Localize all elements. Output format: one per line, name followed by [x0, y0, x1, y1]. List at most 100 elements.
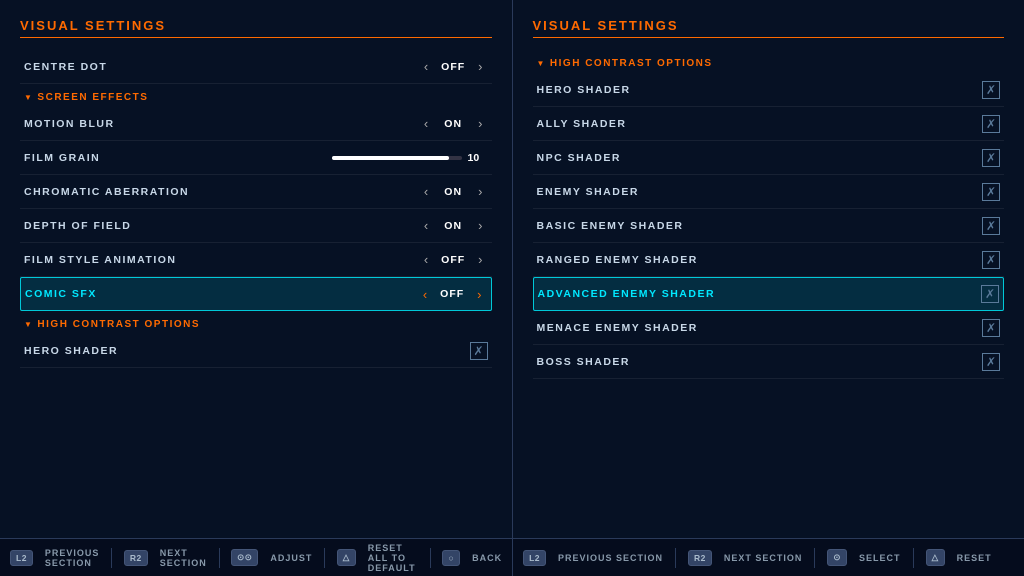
section-label: HIGH CONTRAST OPTIONS: [37, 319, 200, 330]
value-control[interactable]: ‹ OFF ›: [388, 252, 488, 267]
reset-badge: △: [926, 549, 945, 566]
setting-row[interactable]: CENTRE DOT ‹ OFF ›: [20, 50, 492, 84]
circle-badge: ○: [442, 550, 460, 566]
setting-label: ALLY SHADER: [537, 118, 983, 130]
left-panel-title: VISUAL SETTINGS: [20, 18, 492, 38]
setting-row[interactable]: ENEMY SHADER ✗: [533, 175, 1005, 209]
back-label: BACK: [472, 553, 502, 563]
slider-fill: [332, 156, 449, 160]
setting-row[interactable]: RANGED ENEMY SHADER ✗: [533, 243, 1005, 277]
setting-label: CENTRE DOT: [24, 61, 388, 73]
select-label: SELECT: [859, 553, 901, 563]
checkbox[interactable]: ✗: [982, 353, 1000, 371]
reset-label: RESET ALL TO DEFAULT: [368, 543, 418, 573]
value-control[interactable]: ‹ ON ›: [388, 184, 488, 199]
l2-badge-right: L2: [523, 550, 546, 566]
checkbox[interactable]: ✗: [982, 115, 1000, 133]
r2-badge: R2: [124, 550, 148, 566]
setting-value: OFF: [432, 288, 472, 300]
arrow-left-icon[interactable]: ‹: [419, 59, 433, 74]
adjust-badge: ⊙⊙: [231, 549, 258, 566]
right-panel-title: VISUAL SETTINGS: [533, 18, 1005, 38]
footer: L2 PREVIOUS SECTION R2 NEXT SECTION ⊙⊙ A…: [0, 538, 1024, 576]
setting-label: COMIC SFX: [25, 288, 387, 300]
setting-row[interactable]: NPC SHADER ✗: [533, 141, 1005, 175]
divider: [814, 548, 815, 568]
setting-row[interactable]: ALLY SHADER ✗: [533, 107, 1005, 141]
right-panel: VISUAL SETTINGS HIGH CONTRAST OPTIONS HE…: [513, 0, 1024, 538]
setting-label: MOTION BLUR: [24, 118, 388, 130]
left-panel: VISUAL SETTINGS CENTRE DOT ‹ OFF › SCREE…: [0, 0, 513, 538]
checkbox[interactable]: ✗: [982, 183, 1000, 201]
arrow-right-icon[interactable]: ›: [473, 218, 487, 233]
setting-row[interactable]: MENACE ENEMY SHADER ✗: [533, 311, 1005, 345]
setting-value: ON: [433, 186, 473, 198]
checkbox[interactable]: ✗: [470, 342, 488, 360]
high-contrast-section-right: HIGH CONTRAST OPTIONS: [533, 50, 1005, 73]
checkbox[interactable]: ✗: [982, 81, 1000, 99]
value-control[interactable]: ‹ ON ›: [388, 218, 488, 233]
setting-label: FILM STYLE ANIMATION: [24, 254, 388, 266]
checkbox[interactable]: ✗: [982, 319, 1000, 337]
setting-label: HERO SHADER: [24, 345, 470, 357]
setting-value: OFF: [433, 61, 473, 73]
setting-row[interactable]: HERO SHADER ✗: [533, 73, 1005, 107]
setting-label: DEPTH OF FIELD: [24, 220, 388, 232]
setting-row[interactable]: CHROMATIC ABERRATION ‹ ON ›: [20, 175, 492, 209]
screen-effects-section: SCREEN EFFECTS: [20, 84, 492, 107]
setting-value: ON: [433, 118, 473, 130]
right-footer: L2 PREVIOUS SECTION R2 NEXT SECTION ⊙ SE…: [513, 539, 1024, 576]
arrow-left-icon[interactable]: ‹: [418, 287, 432, 302]
arrow-left-icon[interactable]: ‹: [419, 116, 433, 131]
section-label: HIGH CONTRAST OPTIONS: [550, 58, 713, 69]
setting-label: BOSS SHADER: [537, 356, 983, 368]
setting-row-highlighted[interactable]: COMIC SFX ‹ OFF ›: [20, 277, 492, 311]
checkbox[interactable]: ✗: [982, 149, 1000, 167]
setting-row-highlighted[interactable]: ADVANCED ENEMY SHADER ✗: [533, 277, 1005, 311]
setting-value: OFF: [433, 254, 473, 266]
setting-label: ADVANCED ENEMY SHADER: [538, 288, 982, 300]
divider: [913, 548, 914, 568]
setting-row[interactable]: BOSS SHADER ✗: [533, 345, 1005, 379]
next-section-label: NEXT SECTION: [160, 548, 207, 568]
arrow-right-icon[interactable]: ›: [473, 184, 487, 199]
checkbox[interactable]: ✗: [982, 217, 1000, 235]
setting-row[interactable]: FILM STYLE ANIMATION ‹ OFF ›: [20, 243, 492, 277]
setting-row[interactable]: DEPTH OF FIELD ‹ ON ›: [20, 209, 492, 243]
arrow-right-icon[interactable]: ›: [473, 116, 487, 131]
value-control[interactable]: ‹ ON ›: [388, 116, 488, 131]
arrow-left-icon[interactable]: ‹: [419, 218, 433, 233]
arrow-right-icon[interactable]: ›: [473, 59, 487, 74]
r2-badge-right: R2: [688, 550, 712, 566]
setting-row[interactable]: FILM GRAIN 10: [20, 141, 492, 175]
setting-label: NPC SHADER: [537, 152, 983, 164]
left-footer: L2 PREVIOUS SECTION R2 NEXT SECTION ⊙⊙ A…: [0, 539, 513, 576]
next-section-label-right: NEXT SECTION: [724, 553, 803, 563]
setting-row[interactable]: BASIC ENEMY SHADER ✗: [533, 209, 1005, 243]
slider-control[interactable]: 10: [256, 152, 488, 164]
checkbox[interactable]: ✗: [981, 285, 999, 303]
slider-value: 10: [468, 152, 488, 164]
previous-section-label-right: PREVIOUS SECTION: [558, 553, 663, 563]
l2-badge: L2: [10, 550, 33, 566]
setting-label: CHROMATIC ABERRATION: [24, 186, 388, 198]
arrow-right-icon[interactable]: ›: [472, 287, 486, 302]
arrow-right-icon[interactable]: ›: [473, 252, 487, 267]
select-badge: ⊙: [827, 549, 847, 566]
divider: [675, 548, 676, 568]
setting-label: ENEMY SHADER: [537, 186, 983, 198]
section-label: SCREEN EFFECTS: [37, 92, 148, 103]
adjust-label: ADJUST: [270, 553, 312, 563]
setting-row[interactable]: HERO SHADER ✗: [20, 334, 492, 368]
value-control[interactable]: ‹ OFF ›: [388, 59, 488, 74]
slider-bar: [332, 156, 462, 160]
triangle-badge: △: [337, 549, 356, 566]
checkbox[interactable]: ✗: [982, 251, 1000, 269]
setting-label: FILM GRAIN: [24, 152, 256, 164]
setting-row[interactable]: MOTION BLUR ‹ ON ›: [20, 107, 492, 141]
value-control[interactable]: ‹ OFF ›: [387, 287, 487, 302]
arrow-left-icon[interactable]: ‹: [419, 252, 433, 267]
arrow-left-icon[interactable]: ‹: [419, 184, 433, 199]
high-contrast-section: HIGH CONTRAST OPTIONS: [20, 311, 492, 334]
setting-label: HERO SHADER: [537, 84, 983, 96]
